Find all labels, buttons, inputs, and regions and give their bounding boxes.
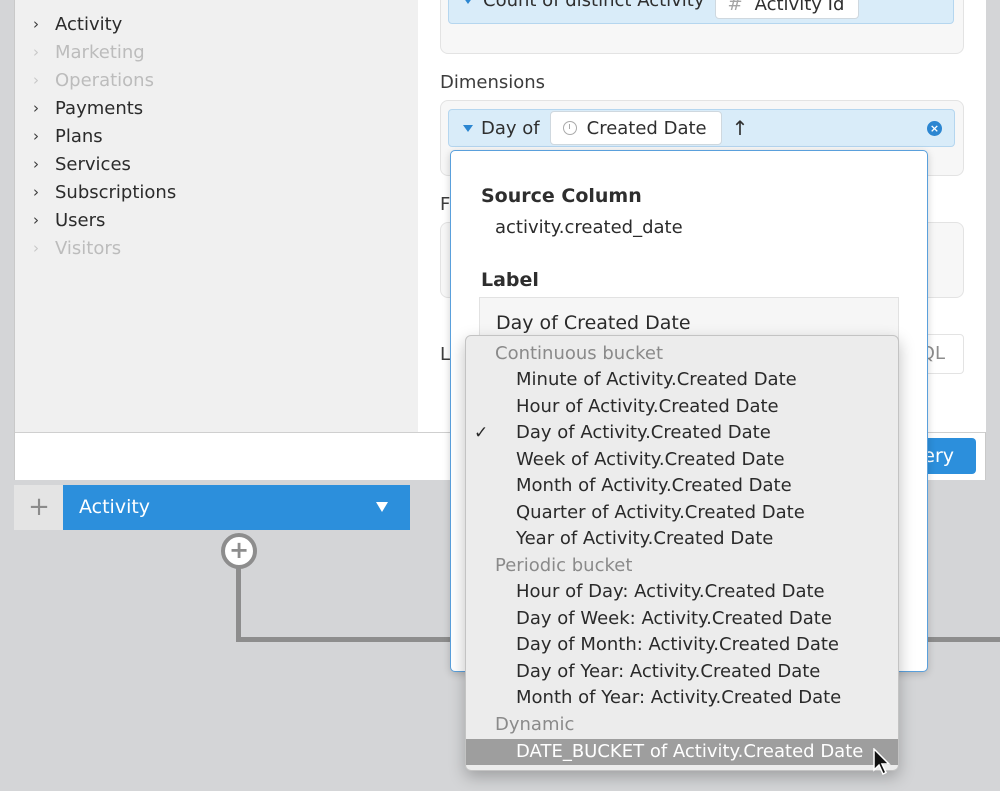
label-heading: Label [481,269,539,291]
menu-item-label: Day of Month: Activity.Created Date [516,634,839,655]
caret-down-icon[interactable] [376,502,388,512]
tree-item-operations: › Operations [33,66,154,94]
menu-group-periodic: Periodic bucket [495,555,633,576]
caret-down-icon [463,124,473,132]
menu-item-label: Month of Activity.Created Date [516,475,792,496]
chevron-right-icon: › [33,211,39,229]
chevron-right-icon: › [33,43,39,61]
menu-item-hour-of-day[interactable]: Hour of Day: Activity.Created Date [466,579,898,605]
menu-item-year[interactable]: Year of Activity.Created Date [466,526,898,552]
menu-item-label: Day of Year: Activity.Created Date [516,661,821,682]
dataset-tab-label: Activity [79,496,151,518]
menu-group-dynamic: Dynamic [495,714,575,735]
tree-item-label: Activity [55,13,123,35]
tree-item-subscriptions[interactable]: › Subscriptions [33,178,176,206]
bucket-dropdown-menu: Continuous bucket Minute of Activity.Cre… [465,335,899,771]
tree-item-users[interactable]: › Users [33,206,105,234]
add-dataset-button[interactable]: + [14,485,64,530]
menu-item-label: DATE_BUCKET of Activity.Created Date [516,741,864,762]
menu-item-label: Quarter of Activity.Created Date [516,502,805,523]
chevron-right-icon: › [33,155,39,173]
menu-group-continuous: Continuous bucket [495,343,664,364]
menu-item-quarter[interactable]: Quarter of Activity.Created Date [466,500,898,526]
menu-item-label: Day of Activity.Created Date [516,422,771,443]
source-column-heading: Source Column [481,185,642,207]
sort-ascending-icon[interactable]: ↑ [732,116,749,140]
clock-icon [562,121,577,135]
dataset-tree: › Activity › Marketing › Operations › Pa… [15,0,419,432]
menu-item-month-of-year[interactable]: Month of Year: Activity.Created Date [466,685,898,711]
limit-label: L [440,344,451,365]
menu-item-label: Month of Year: Activity.Created Date [516,687,842,708]
tree-item-plans[interactable]: › Plans [33,122,103,150]
tree-item-label: Services [55,153,131,175]
chevron-right-icon: › [33,127,39,145]
tree-item-payments[interactable]: › Payments [33,94,143,122]
metric-field-chip[interactable]: # Activity Id [714,0,860,19]
tree-item-label: Users [55,209,106,231]
metric-pill[interactable]: Count of distinct Activity # Activity Id [448,0,954,24]
menu-item-day[interactable]: ✓ Day of Activity.Created Date [466,420,898,446]
menu-item-label: Year of Activity.Created Date [516,528,774,549]
mouse-cursor-icon [873,748,891,776]
dimension-pill[interactable]: Day of Created Date ↑ × [448,109,955,147]
remove-dimension-icon[interactable]: × [927,121,942,136]
menu-item-label: Hour of Day: Activity.Created Date [516,581,825,602]
menu-item-label: Minute of Activity.Created Date [516,369,797,390]
menu-item-label: Hour of Activity.Created Date [516,396,779,417]
tree-item-services[interactable]: › Services [33,150,131,178]
tree-item-label: Subscriptions [55,181,177,203]
flow-connector [236,566,241,642]
tree-item-label: Operations [55,69,154,91]
checkmark-icon: ✓ [474,423,489,443]
tree-item-visitors: › Visitors [33,234,121,262]
menu-item-week[interactable]: Week of Activity.Created Date [466,447,898,473]
menu-item-day-of-year[interactable]: Day of Year: Activity.Created Date [466,659,898,685]
menu-item-day-of-week[interactable]: Day of Week: Activity.Created Date [466,606,898,632]
menu-item-date-bucket[interactable]: DATE_BUCKET of Activity.Created Date [466,739,898,765]
tree-item-label: Visitors [55,237,122,259]
source-column-value: activity.created_date [495,217,683,238]
tree-item-marketing: › Marketing [33,38,145,66]
menu-item-minute[interactable]: Minute of Activity.Created Date [466,367,898,393]
caret-down-icon [463,0,473,4]
metric-aggregation: Count of distinct Activity [483,0,705,11]
dimension-field-label: Created Date [586,117,707,139]
chevron-right-icon: › [33,71,39,89]
chevron-right-icon: › [33,239,39,257]
dimension-field-chip[interactable]: Created Date [549,111,722,145]
chevron-right-icon: › [33,15,39,33]
add-node-button[interactable]: + [221,533,257,569]
tree-item-label: Payments [55,97,144,119]
tree-item-activity[interactable]: › Activity [33,10,122,38]
tree-item-label: Marketing [55,41,145,63]
dataset-tab-activity[interactable]: Activity [63,485,410,530]
menu-item-hour[interactable]: Hour of Activity.Created Date [466,394,898,420]
chevron-right-icon: › [33,183,39,201]
dimension-bucket-prefix: Day of [481,117,540,139]
menu-item-label: Day of Week: Activity.Created Date [516,608,832,629]
metric-field-label: Activity Id [754,0,845,15]
tree-item-label: Plans [55,125,103,147]
chevron-right-icon: › [33,99,39,117]
menu-item-day-of-month[interactable]: Day of Month: Activity.Created Date [466,632,898,658]
menu-item-label: Week of Activity.Created Date [516,449,785,470]
dimensions-label: Dimensions [440,72,546,93]
menu-item-month[interactable]: Month of Activity.Created Date [466,473,898,499]
filters-label: F [440,194,451,215]
hash-icon: # [727,0,743,15]
